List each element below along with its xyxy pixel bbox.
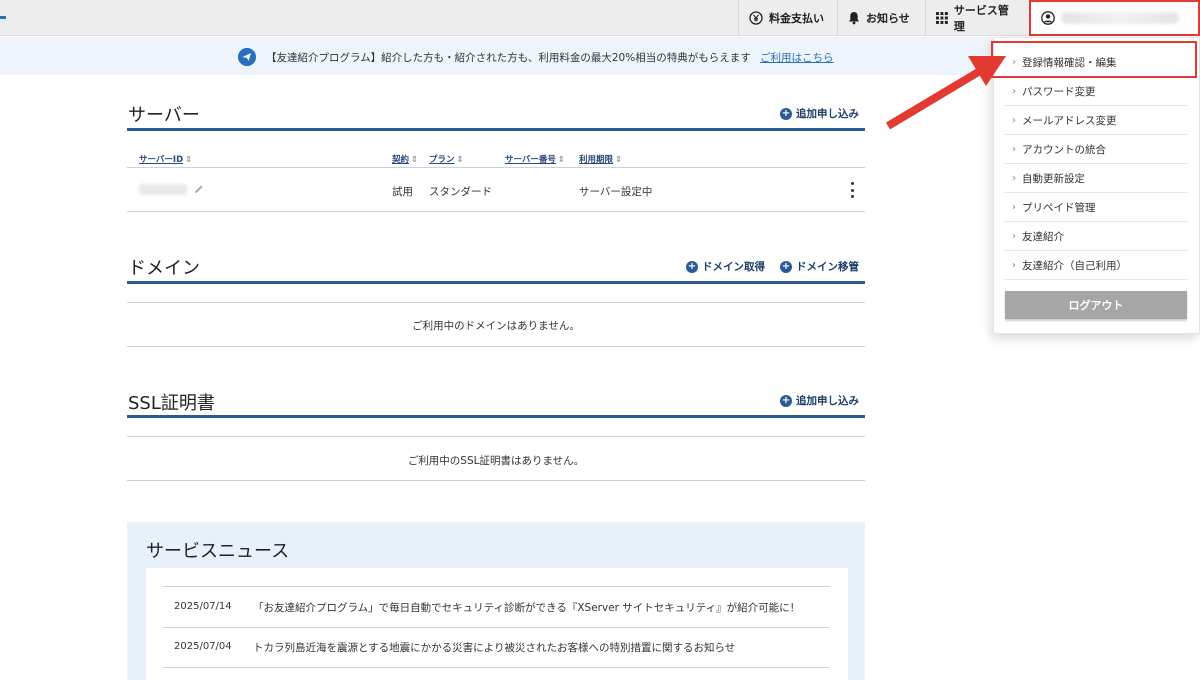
user-icon bbox=[1041, 11, 1055, 25]
domain-section-rule bbox=[127, 281, 865, 284]
domain-transfer-label: ドメイン移管 bbox=[796, 261, 859, 273]
ssl-add-label: 追加申し込み bbox=[796, 395, 859, 407]
ssl-divider-top bbox=[127, 436, 865, 437]
plus-circle-icon: + bbox=[780, 260, 792, 273]
menu-item-label: メールアドレス変更 bbox=[1022, 114, 1117, 127]
menu-item-referral-self[interactable]: › 友達紹介（自己利用） bbox=[1004, 251, 1188, 280]
blurred-account-name bbox=[1061, 12, 1179, 24]
plus-circle-icon: + bbox=[780, 107, 792, 120]
domain-get-label: ドメイン取得 bbox=[702, 261, 765, 273]
chevron-right-icon: › bbox=[1012, 143, 1016, 155]
ssl-section-title: SSL証明書 bbox=[128, 393, 215, 414]
ssl-empty-message: ご利用中のSSL証明書はありません。 bbox=[407, 455, 585, 467]
menu-item-label: プリペイド管理 bbox=[1022, 201, 1096, 214]
menu-item-referral[interactable]: › 友達紹介 bbox=[1004, 222, 1188, 251]
bell-icon bbox=[849, 12, 859, 25]
col-server-id-label: サーバーID bbox=[139, 155, 184, 165]
menu-item-password[interactable]: › パスワード変更 bbox=[1004, 77, 1188, 106]
sort-icon: ⇕ bbox=[557, 155, 566, 165]
server-row-plan: スタンダード bbox=[429, 186, 492, 198]
blurred-server-id bbox=[139, 184, 187, 195]
ssl-add-button[interactable]: + 追加申し込み bbox=[780, 393, 859, 408]
col-plan-label: プラン bbox=[429, 155, 455, 165]
domain-divider-top bbox=[127, 302, 865, 303]
col-server-number[interactable]: サーバー番号 ⇕ bbox=[505, 153, 565, 165]
chevron-right-icon: › bbox=[1012, 259, 1016, 271]
account-nav-button[interactable] bbox=[1029, 0, 1200, 36]
news-label: お知らせ bbox=[866, 12, 910, 25]
menu-item-label: パスワード変更 bbox=[1022, 85, 1096, 98]
domain-get-button[interactable]: + ドメイン取得 bbox=[686, 259, 765, 274]
server-section-rule bbox=[127, 128, 865, 131]
server-row-contract: 試用 bbox=[392, 186, 413, 198]
banner-link[interactable]: ご利用はこちら bbox=[760, 50, 834, 65]
domain-transfer-button[interactable]: + ドメイン移管 bbox=[780, 259, 859, 274]
table-header-divider bbox=[127, 167, 865, 168]
news-item-link[interactable]: トカラ列島近海を震源とする地震にかかる災害により被災されたお客様への特別措置に関… bbox=[253, 640, 735, 655]
chevron-right-icon: › bbox=[1012, 114, 1016, 126]
table-row-divider bbox=[127, 211, 865, 212]
news-divider bbox=[163, 586, 830, 587]
chevron-right-icon: › bbox=[1012, 172, 1016, 184]
menu-item-email[interactable]: › メールアドレス変更 bbox=[1004, 106, 1188, 135]
menu-item-label: 友達紹介（自己利用） bbox=[1022, 259, 1127, 272]
news-nav-button[interactable]: お知らせ bbox=[837, 0, 925, 36]
send-icon bbox=[238, 48, 256, 66]
domain-divider-bottom bbox=[127, 346, 865, 347]
chevron-right-icon: › bbox=[1012, 85, 1016, 97]
news-divider bbox=[163, 667, 830, 668]
server-row-expiry: サーバー設定中 bbox=[579, 186, 653, 198]
sort-icon: ⇕ bbox=[456, 155, 464, 165]
kebab-menu-icon[interactable] bbox=[846, 182, 858, 198]
menu-item-auto-renew[interactable]: › 自動更新設定 bbox=[1004, 164, 1188, 193]
menu-item-prepaid[interactable]: › プリペイド管理 bbox=[1004, 193, 1188, 222]
domain-section-title: ドメイン bbox=[128, 258, 200, 279]
sort-icon: ⇕ bbox=[411, 155, 419, 165]
server-add-label: 追加申し込み bbox=[796, 108, 859, 120]
col-expiry[interactable]: 利用期限 ⇕ bbox=[579, 153, 622, 165]
chevron-right-icon: › bbox=[1012, 201, 1016, 213]
service-news-title: サービスニュース bbox=[146, 541, 290, 562]
pencil-icon[interactable] bbox=[194, 184, 204, 194]
plus-circle-icon: + bbox=[780, 394, 792, 407]
service-label: サービス管理 bbox=[953, 4, 1009, 33]
payment-label: 料金支払い bbox=[769, 12, 824, 25]
chevron-right-icon: › bbox=[1012, 230, 1016, 242]
col-plan[interactable]: プラン ⇕ bbox=[429, 153, 464, 165]
highlight-box bbox=[991, 41, 1197, 78]
grid-icon bbox=[936, 12, 948, 24]
news-divider bbox=[163, 627, 830, 628]
news-item-date: 2025/07/04 bbox=[174, 641, 232, 652]
menu-item-label: 友達紹介 bbox=[1022, 230, 1064, 243]
payment-nav-button[interactable]: 料金支払い bbox=[738, 0, 837, 36]
banner-text: 【友達紹介プログラム】紹介した方も・紹介された方も、利用料金の最大20%相当の特… bbox=[266, 52, 751, 64]
news-item-date: 2025/07/14 bbox=[174, 601, 232, 612]
col-contract-label: 契約 bbox=[392, 155, 410, 165]
header-accent bbox=[0, 16, 6, 19]
ssl-divider-bottom bbox=[127, 480, 865, 481]
server-section-title: サーバー bbox=[128, 105, 200, 126]
menu-item-merge-account[interactable]: › アカウントの統合 bbox=[1004, 135, 1188, 164]
col-server-id[interactable]: サーバーID ⇕ bbox=[139, 153, 192, 165]
domain-empty-message: ご利用中のドメインはありません。 bbox=[412, 320, 580, 332]
top-header: 料金支払い お知らせ サービス管理 bbox=[0, 0, 1200, 36]
col-contract[interactable]: 契約 ⇕ bbox=[392, 153, 418, 165]
plus-circle-icon: + bbox=[686, 260, 698, 273]
news-item-link[interactable]: 「お友達紹介プログラム」で毎日自動でセキュリティ診断ができる『XServer サ… bbox=[253, 600, 800, 615]
sort-icon: ⇕ bbox=[185, 155, 193, 165]
sort-icon: ⇕ bbox=[615, 155, 623, 165]
col-server-number-label: サーバー番号 bbox=[505, 155, 556, 165]
server-add-button[interactable]: + 追加申し込み bbox=[780, 106, 859, 121]
col-expiry-label: 利用期限 bbox=[579, 155, 614, 165]
menu-item-label: 自動更新設定 bbox=[1022, 172, 1085, 185]
menu-item-label: アカウントの統合 bbox=[1022, 143, 1106, 156]
ssl-section-rule bbox=[127, 415, 865, 418]
service-news-list bbox=[146, 568, 848, 680]
logout-button[interactable]: ログアウト bbox=[1005, 291, 1187, 319]
service-nav-button[interactable]: サービス管理 bbox=[925, 0, 1029, 36]
yen-icon bbox=[749, 11, 763, 25]
